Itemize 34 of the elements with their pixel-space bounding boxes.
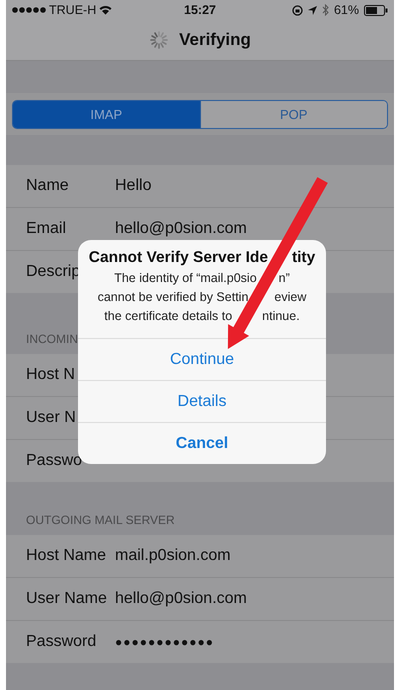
field-label: Email	[26, 220, 68, 238]
field-label: User Name	[26, 590, 108, 608]
nav-title: Verifying	[179, 30, 251, 50]
carrier-name: TRUE-H	[49, 3, 96, 17]
field-value[interactable]: Hello	[115, 177, 152, 195]
location-icon	[308, 6, 317, 14]
bluetooth-icon	[322, 4, 329, 16]
alert-message: The identity of “mail.p0sio	[114, 270, 257, 286]
field-value[interactable]: hello@p0sion.com	[115, 590, 247, 608]
alert-button[interactable]: Details	[78, 380, 326, 422]
battery-icon	[364, 4, 388, 16]
alert-title: Cannot Verify Server Ide	[88, 249, 268, 267]
clock-time: 15:27	[184, 3, 216, 17]
alert-title: tity	[292, 249, 316, 267]
battery-percent: 61%	[334, 3, 359, 17]
alert-message: ntinue.	[262, 308, 300, 324]
signal-icon	[12, 7, 46, 13]
section-header: OUTGOING MAIL SERVER	[26, 513, 175, 527]
field-label: Name	[26, 177, 70, 195]
alert-message: the certificate details to	[104, 308, 232, 324]
alert-message: n”	[278, 270, 290, 286]
rotation-lock-icon	[292, 4, 303, 16]
password-value[interactable]: ●●●●●●●●●●●●	[115, 635, 214, 649]
alert-message: cannot be verified by Settin	[98, 289, 248, 305]
field-label: Password	[26, 633, 98, 651]
section-header: INCOMIN	[26, 332, 78, 346]
field-label: User N	[26, 409, 77, 427]
field-value[interactable]: hello@p0sion.com	[115, 220, 247, 238]
field-value[interactable]: mail.p0sion.com	[115, 547, 231, 565]
field-label: Host N	[26, 366, 76, 384]
alert-message: eview	[274, 289, 306, 305]
wifi-icon	[99, 5, 112, 15]
field-label: Host Name	[26, 547, 108, 565]
spinner-icon	[149, 30, 170, 50]
